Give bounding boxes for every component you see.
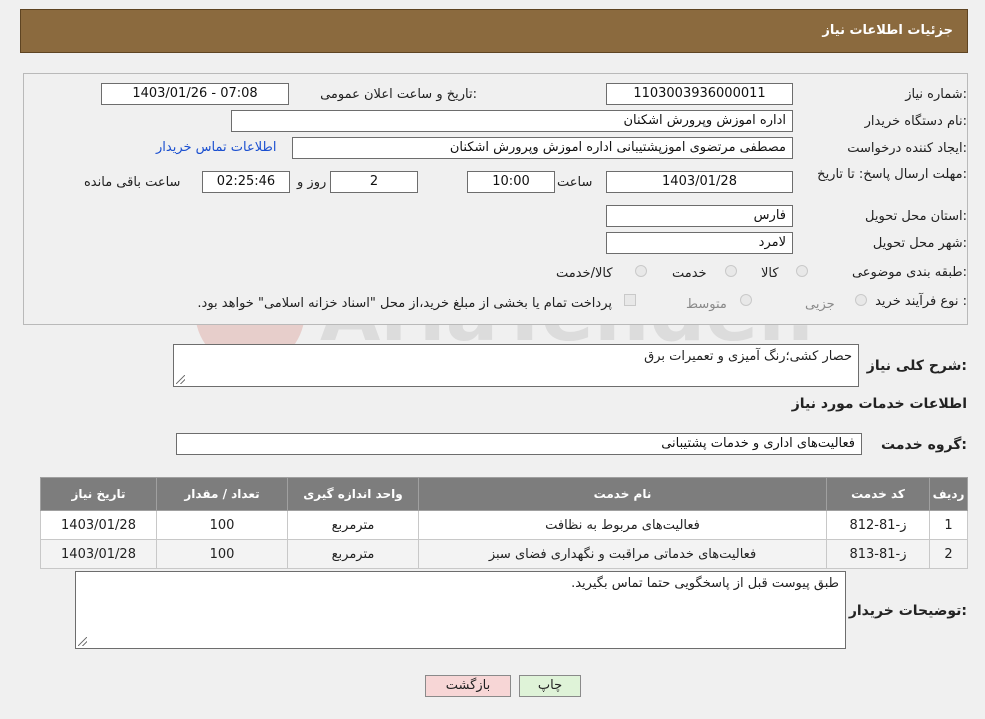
services-section-title: اطلاعات خدمات مورد نیاز xyxy=(791,396,967,412)
category-goods-service-radio[interactable] xyxy=(635,265,647,277)
col-unit: واحد اندازه گیری xyxy=(287,477,419,511)
summary-text: حصار کشی؛رنگ آمیزی و تعمیرات برق xyxy=(644,349,852,364)
buyer-notes-textarea[interactable]: طبق پیوست قبل از پاسخگویی حتما تماس بگیر… xyxy=(75,571,846,649)
cell-quantity: 100 xyxy=(156,539,288,569)
deadline-date-field: 1403/01/28 xyxy=(606,171,793,193)
table-row: 1 ز-81-812 فعالیت‌های مربوط به نظافت متر… xyxy=(40,510,968,540)
cell-service-name: فعالیت‌های خدماتی مراقبت و نگهداری فضای … xyxy=(418,539,827,569)
cell-service-code: ز-81-813 xyxy=(826,539,930,569)
col-service-code: کد خدمت xyxy=(826,477,930,511)
announce-date-label: تاریخ و ساعت اعلان عمومی: xyxy=(320,87,477,102)
category-goods-radio[interactable] xyxy=(796,265,808,277)
cell-quantity: 100 xyxy=(156,510,288,540)
category-service-radio[interactable] xyxy=(725,265,737,277)
remaining-days-label: روز و xyxy=(297,175,327,190)
buyer-org-field: اداره اموزش وپرورش اشکنان xyxy=(231,110,793,132)
need-number-label: شماره نیاز: xyxy=(905,87,967,102)
purchase-minor-radio[interactable] xyxy=(855,294,867,306)
category-label: طبقه بندی موضوعی: xyxy=(851,265,967,280)
cell-need-date: 1403/01/28 xyxy=(40,539,157,569)
purchase-medium-radio[interactable] xyxy=(740,294,752,306)
col-need-date: تاریخ نیاز xyxy=(40,477,157,511)
resize-grip-icon[interactable] xyxy=(176,375,185,384)
city-label: شهر محل تحویل: xyxy=(872,236,967,251)
col-row-number: ردیف xyxy=(929,477,968,511)
print-button[interactable]: چاپ xyxy=(519,675,581,697)
category-service-label: خدمت xyxy=(672,266,707,281)
buyer-notes-text: طبق پیوست قبل از پاسخگویی حتما تماس بگیر… xyxy=(571,576,839,591)
creator-field: مصطفی مرتضوی اموزپشتیبانی اداره اموزش وپ… xyxy=(292,137,793,159)
purchase-type-label: نوع فرآیند خرید : xyxy=(875,294,967,309)
creator-label: ایجاد کننده درخواست: xyxy=(847,141,967,156)
province-label: استان محل تحویل: xyxy=(865,209,967,224)
province-field: فارس xyxy=(606,205,793,227)
category-goods-service-label: کالا/خدمت xyxy=(556,266,613,281)
service-group-label: گروه خدمت: xyxy=(881,437,967,453)
summary-textarea[interactable]: حصار کشی؛رنگ آمیزی و تعمیرات برق xyxy=(173,344,859,387)
purchase-minor-label: جزیی xyxy=(805,297,835,312)
remaining-time-label: ساعت باقی مانده xyxy=(84,175,181,190)
need-number-field: 1103003936000011 xyxy=(606,83,793,105)
remaining-days-field: 2 xyxy=(330,171,418,193)
cell-service-name: فعالیت‌های مربوط به نظافت xyxy=(418,510,827,540)
resize-grip-icon[interactable] xyxy=(78,637,87,646)
cell-service-code: ز-81-812 xyxy=(826,510,930,540)
services-table: ردیف کد خدمت نام خدمت واحد اندازه گیری ت… xyxy=(40,477,968,569)
buyer-contact-link[interactable]: اطلاعات تماس خریدار xyxy=(156,140,276,155)
city-field: لامرد xyxy=(606,232,793,254)
category-goods-label: کالا xyxy=(761,266,779,281)
treasury-checkbox[interactable] xyxy=(624,294,636,306)
cell-row-number: 2 xyxy=(929,539,968,569)
remaining-time-field: 02:25:46 xyxy=(202,171,290,193)
deadline-time-field: 10:00 xyxy=(467,171,555,193)
back-button[interactable]: بازگشت xyxy=(425,675,511,697)
deadline-label: مهلت ارسال پاسخ: تا تاریخ: xyxy=(817,167,967,182)
buyer-notes-label: توضیحات خریدار: xyxy=(848,603,967,619)
cell-unit: مترمربع xyxy=(287,510,419,540)
cell-row-number: 1 xyxy=(929,510,968,540)
purchase-medium-label: متوسط xyxy=(686,297,727,312)
col-quantity: تعداد / مقدار xyxy=(156,477,288,511)
cell-need-date: 1403/01/28 xyxy=(40,510,157,540)
announce-date-field: 1403/01/26 - 07:08 xyxy=(101,83,289,105)
treasury-note: پرداخت تمام یا بخشی از مبلغ خرید،از محل … xyxy=(197,296,612,311)
page-header: جزئیات اطلاعات نیاز xyxy=(20,9,968,53)
buyer-org-label: نام دستگاه خریدار: xyxy=(864,114,967,129)
col-service-name: نام خدمت xyxy=(418,477,827,511)
cell-unit: مترمربع xyxy=(287,539,419,569)
table-row: 2 ز-81-813 فعالیت‌های خدماتی مراقبت و نگ… xyxy=(40,539,968,569)
service-group-field: فعالیت‌های اداری و خدمات پشتیبانی xyxy=(176,433,862,455)
page-title: جزئیات اطلاعات نیاز xyxy=(822,23,953,38)
table-header-row: ردیف کد خدمت نام خدمت واحد اندازه گیری ت… xyxy=(40,477,968,511)
summary-label: شرح کلی نیاز: xyxy=(866,358,967,374)
deadline-time-label: ساعت xyxy=(557,175,593,190)
